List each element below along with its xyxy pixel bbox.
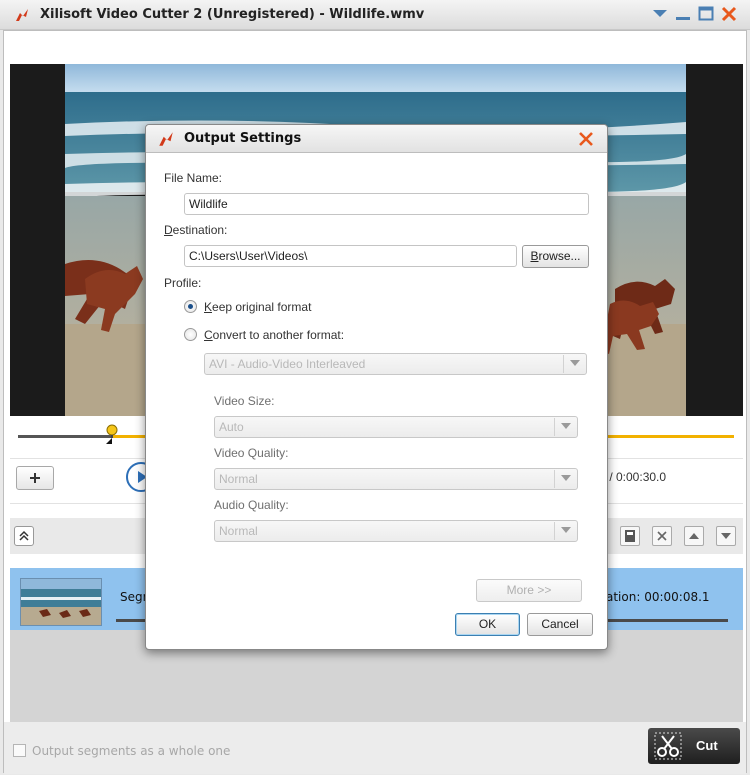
audio-quality-select[interactable]: Normal bbox=[214, 520, 578, 542]
segment-duration: ation: 00:00:08.1 bbox=[606, 590, 710, 604]
keep-format-label[interactable]: Keep original format bbox=[204, 300, 311, 314]
delete-segment-button[interactable] bbox=[652, 526, 672, 546]
convert-format-label[interactable]: Convert to another format: bbox=[204, 328, 344, 342]
destination-label: Destination: bbox=[164, 223, 228, 237]
file-name-field[interactable]: Wildlife bbox=[184, 193, 589, 215]
scissors-icon bbox=[654, 732, 682, 760]
window-menu-icon bbox=[653, 10, 667, 17]
time-readout: ) / 0:00:30.0 bbox=[602, 470, 667, 484]
move-up-button[interactable] bbox=[684, 526, 704, 546]
close-icon bbox=[721, 6, 737, 22]
video-quality-value: Normal bbox=[219, 472, 258, 486]
dialog-logo-icon bbox=[159, 132, 173, 146]
output-whole-checkbox[interactable] bbox=[13, 744, 26, 757]
video-quality-label: Video Quality: bbox=[214, 446, 289, 460]
maximize-button[interactable] bbox=[696, 4, 716, 24]
chevron-down-icon bbox=[560, 475, 571, 481]
collapse-icon bbox=[19, 530, 29, 541]
cut-label: Cut bbox=[696, 738, 718, 753]
keep-format-radio[interactable] bbox=[184, 300, 197, 313]
move-down-button[interactable] bbox=[716, 526, 736, 546]
close-button[interactable] bbox=[719, 4, 739, 24]
export-icon bbox=[625, 530, 635, 542]
video-size-select[interactable]: Auto bbox=[214, 416, 578, 438]
video-quality-select[interactable]: Normal bbox=[214, 468, 578, 490]
output-settings-dialog: Output Settings File Name: Wildlife Dest… bbox=[145, 124, 608, 650]
chevron-down-icon bbox=[569, 360, 580, 366]
delete-icon bbox=[657, 531, 667, 541]
ok-button[interactable]: OK bbox=[455, 613, 520, 636]
plus-icon bbox=[30, 473, 40, 483]
move-up-icon bbox=[689, 533, 699, 539]
video-quality-dropdown-button[interactable] bbox=[554, 470, 576, 488]
cut-button[interactable]: Cut bbox=[648, 728, 740, 764]
browse-button[interactable]: Browse... bbox=[522, 245, 589, 268]
profile-label: Profile: bbox=[164, 276, 202, 290]
dialog-close-icon[interactable] bbox=[577, 130, 595, 148]
app-logo-icon bbox=[16, 9, 28, 21]
format-select-value: AVI - Audio-Video Interleaved bbox=[209, 357, 366, 371]
audio-quality-value: Normal bbox=[219, 524, 258, 538]
video-size-dropdown-button[interactable] bbox=[554, 418, 576, 436]
collapse-button[interactable] bbox=[14, 526, 34, 546]
segment-thumbnail bbox=[20, 578, 102, 626]
video-size-value: Auto bbox=[219, 420, 244, 434]
destination-field[interactable]: C:\Users\User\Videos\ bbox=[184, 245, 517, 267]
window-titlebar[interactable]: Xilisoft Video Cutter 2 (Unregistered) -… bbox=[0, 0, 750, 30]
audio-quality-dropdown-button[interactable] bbox=[554, 522, 576, 540]
cancel-button[interactable]: Cancel bbox=[527, 613, 593, 636]
maximize-icon bbox=[698, 6, 714, 21]
audio-quality-label: Audio Quality: bbox=[214, 498, 289, 512]
format-dropdown-button[interactable] bbox=[563, 355, 585, 373]
move-down-icon bbox=[721, 533, 731, 539]
output-whole-label: Output segments as a whole one bbox=[32, 744, 231, 758]
format-select[interactable]: AVI - Audio-Video Interleaved bbox=[204, 353, 587, 375]
video-size-label: Video Size: bbox=[214, 394, 275, 408]
file-name-label: File Name: bbox=[164, 171, 223, 185]
add-segment-button[interactable] bbox=[16, 466, 54, 490]
dialog-title: Output Settings bbox=[184, 131, 302, 146]
dialog-titlebar[interactable]: Output Settings bbox=[146, 125, 607, 153]
chevron-down-icon bbox=[560, 527, 571, 533]
more-button[interactable]: More >> bbox=[476, 579, 582, 602]
start-marker-icon[interactable] bbox=[105, 424, 119, 444]
minimize-button[interactable] bbox=[673, 4, 693, 24]
chevron-down-icon bbox=[560, 423, 571, 429]
window-menu-button[interactable] bbox=[650, 4, 670, 24]
minimize-icon bbox=[676, 17, 690, 20]
convert-format-radio[interactable] bbox=[184, 328, 197, 341]
export-segment-button[interactable] bbox=[620, 526, 640, 546]
window-title: Xilisoft Video Cutter 2 (Unregistered) -… bbox=[40, 7, 425, 22]
